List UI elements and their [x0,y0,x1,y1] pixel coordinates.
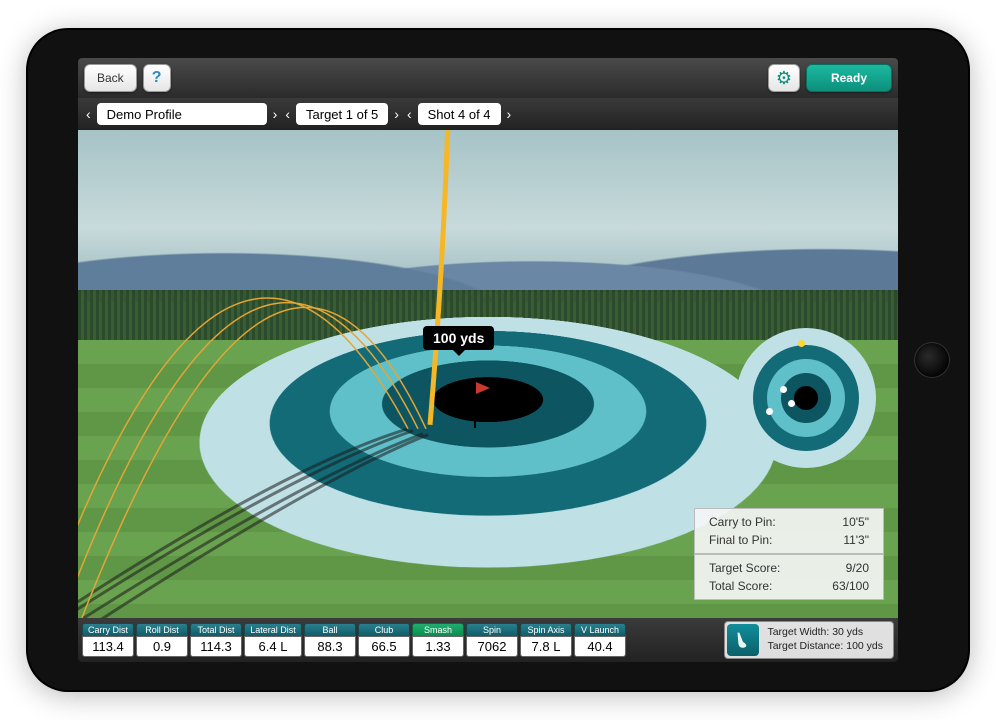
gear-icon: ⚙ [776,68,792,89]
shot-dispersion-map[interactable] [736,328,876,468]
target-selector[interactable]: Target 1 of 5 [296,103,388,125]
target-info-text: Target Width: 30 yds Target Distance: 10… [767,626,883,653]
pin-flag-icon [474,382,476,428]
target-width-line: Target Width: 30 yds [767,626,883,640]
app-screen: Back ? ⚙ Ready ‹ Demo Profile › ‹ Target… [78,58,898,662]
question-icon: ? [152,69,162,87]
selector-bar: ‹ Demo Profile › ‹ Target 1 of 5 › ‹ Sho… [78,98,898,130]
shot-dot [766,408,773,415]
metric-value: 6.4 L [244,636,302,657]
shot-selector[interactable]: Shot 4 of 4 [418,103,501,125]
profile-label: Demo Profile [107,107,182,122]
metric-value: 66.5 [358,636,410,657]
metric-label: Club [358,623,410,636]
metric-label: Smash [412,623,464,636]
metric-carry-dist[interactable]: Carry Dist 113.4 [82,623,134,657]
metric-total-dist[interactable]: Total Dist 114.3 [190,623,242,657]
distance-value: 100 yds [433,330,484,346]
profile-prev[interactable]: ‹ [84,106,93,122]
distance-callout: 100 yds [423,326,494,350]
top-toolbar: Back ? ⚙ Ready [78,58,898,98]
target-info-chip[interactable]: Target Width: 30 yds Target Distance: 10… [724,621,894,659]
target-prev[interactable]: ‹ [283,106,292,122]
metric-value: 7062 [466,636,518,657]
metrics-bar: Carry Dist 113.4 Roll Dist 0.9 Total Dis… [78,618,898,662]
target-next[interactable]: › [392,106,401,122]
target-distance-line: Target Distance: 100 yds [767,640,883,654]
metric-value: 88.3 [304,636,356,657]
shot-dot [788,400,795,407]
metric-label: V Launch [574,623,626,636]
metric-value: 40.4 [574,636,626,657]
target-score-label: Target Score: [709,561,780,575]
back-button-label: Back [97,71,124,85]
metric-spin[interactable]: Spin 7062 [466,623,518,657]
metric-spin-axis[interactable]: Spin Axis 7.8 L [520,623,572,657]
club-icon [727,624,759,656]
pin-distance-panel: Carry to Pin: 10'5" Final to Pin: 11'3" [694,508,884,554]
ready-button-label: Ready [831,71,867,85]
tablet-frame: Back ? ⚙ Ready ‹ Demo Profile › ‹ Target… [28,30,968,690]
metric-label: Spin [466,623,518,636]
final-to-pin-label: Final to Pin: [709,533,772,547]
metric-label: Carry Dist [82,623,134,636]
metric-roll-dist[interactable]: Roll Dist 0.9 [136,623,188,657]
metric-value: 7.8 L [520,636,572,657]
metric-label: Spin Axis [520,623,572,636]
score-panel: Target Score: 9/20 Total Score: 63/100 [694,554,884,600]
final-to-pin-value: 11'3" [843,533,869,547]
total-score-value: 63/100 [832,579,869,593]
metric-label: Ball [304,623,356,636]
metric-v-launch[interactable]: V Launch 40.4 [574,623,626,657]
shot-label: Shot 4 of 4 [428,107,491,122]
metric-smash[interactable]: Smash 1.33 [412,623,464,657]
metric-value: 1.33 [412,636,464,657]
settings-button[interactable]: ⚙ [768,64,800,92]
profile-next[interactable]: › [271,106,280,122]
range-scene[interactable]: 100 yds Carry to Pin: 10'5" [78,130,898,618]
shot-next[interactable]: › [505,106,514,122]
metric-label: Roll Dist [136,623,188,636]
profile-selector[interactable]: Demo Profile [97,103,267,125]
metric-value: 114.3 [190,636,242,657]
ready-button[interactable]: Ready [806,64,892,92]
metric-label: Total Dist [190,623,242,636]
target-score-value: 9/20 [846,561,869,575]
metric-lateral-dist[interactable]: Lateral Dist 6.4 L [244,623,302,657]
target-label: Target 1 of 5 [306,107,378,122]
help-button[interactable]: ? [143,64,171,92]
shot-prev[interactable]: ‹ [405,106,414,122]
current-shot-dot [798,340,805,347]
metric-value: 0.9 [136,636,188,657]
metric-label: Lateral Dist [244,623,302,636]
shot-dot [780,386,787,393]
metric-club[interactable]: Club 66.5 [358,623,410,657]
carry-to-pin-label: Carry to Pin: [709,515,776,529]
metric-ball[interactable]: Ball 88.3 [304,623,356,657]
carry-to-pin-value: 10'5" [842,515,869,529]
home-button[interactable] [914,342,950,378]
back-button[interactable]: Back [84,64,137,92]
metric-value: 113.4 [82,636,134,657]
total-score-label: Total Score: [709,579,772,593]
